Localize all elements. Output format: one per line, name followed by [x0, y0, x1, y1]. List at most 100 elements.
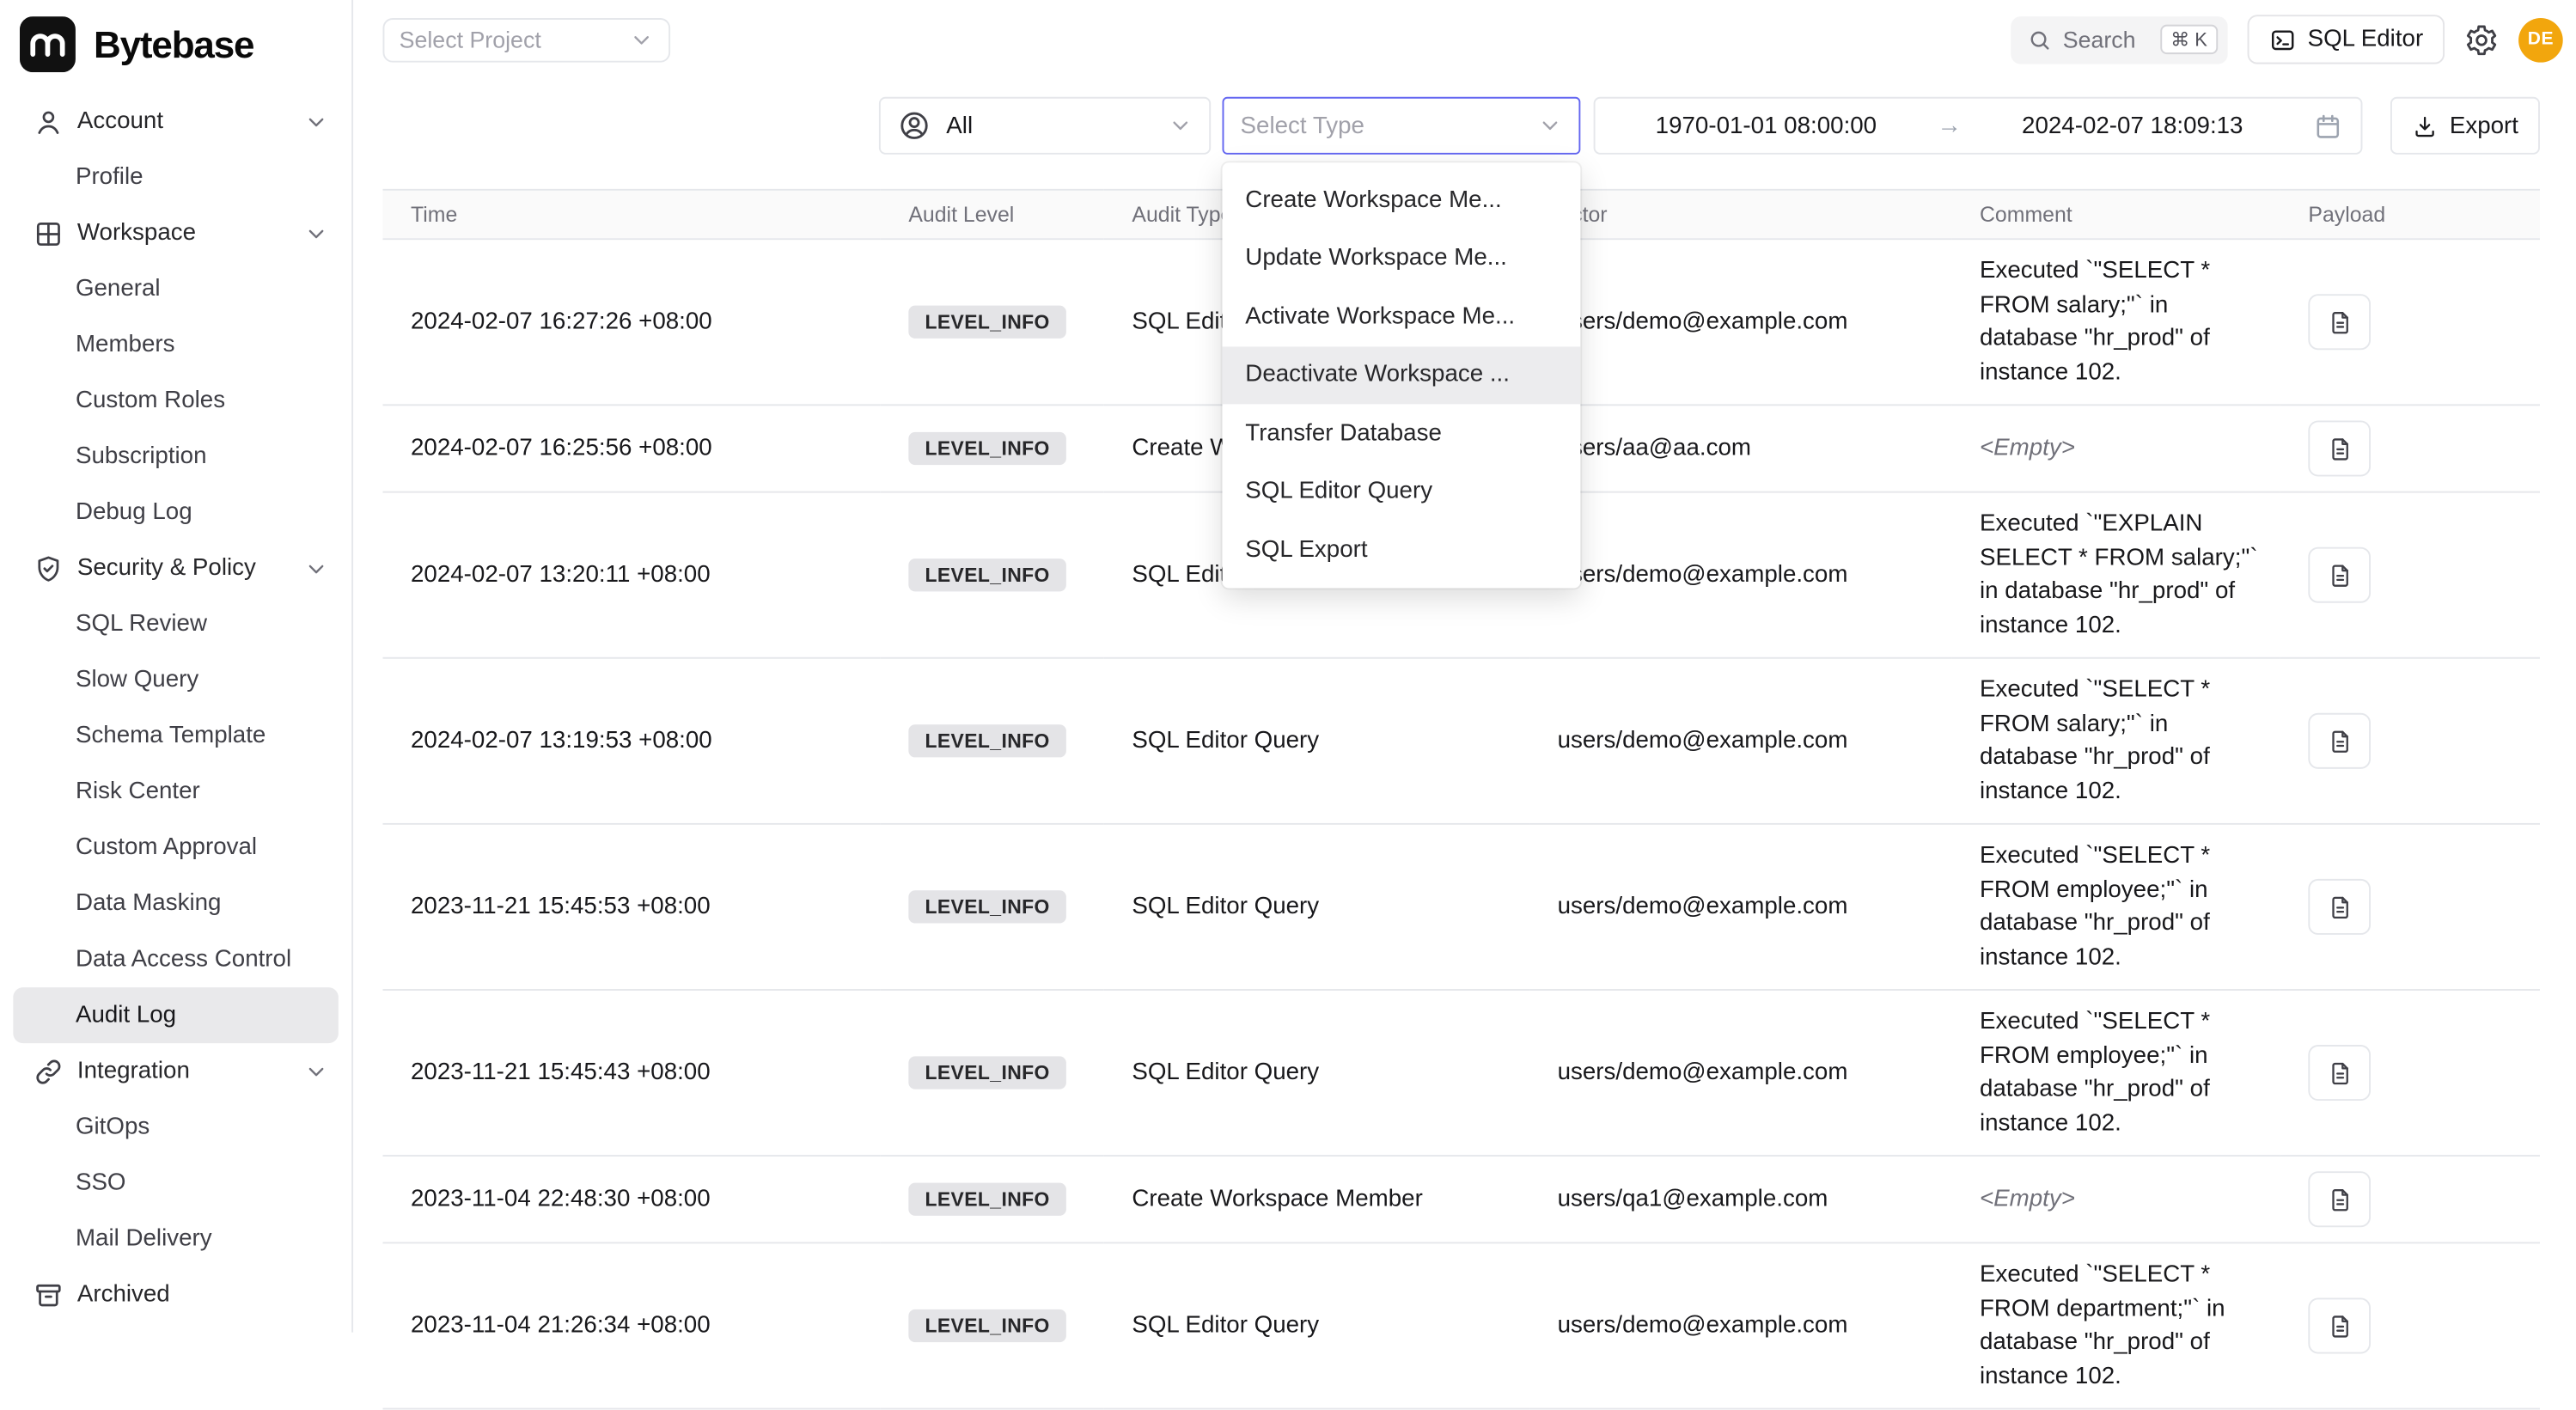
payload-view-button[interactable]	[2308, 1297, 2371, 1353]
sidebar-item-audit-log[interactable]: Audit Log	[13, 987, 339, 1043]
search-label: Search	[2063, 27, 2136, 53]
audit-level-badge: LEVEL_INFO	[908, 559, 1066, 591]
cell-actor: users/demo@example.com	[1529, 1242, 1951, 1408]
cell-comment: Executed `"SELECT * FROM employee;"` in …	[1951, 824, 2280, 990]
cell-audit-type: Create Workspace Member	[1104, 1156, 1529, 1242]
file-icon	[2325, 1186, 2353, 1214]
column-header-time: Time	[382, 190, 880, 239]
sidebar-item-custom-roles[interactable]: Custom Roles	[13, 373, 339, 429]
shield-icon	[33, 552, 64, 583]
sidebar-item-label: GitOps	[76, 1114, 150, 1140]
dropdown-item-sql-export[interactable]: SQL Export	[1223, 521, 1581, 579]
cell-audit-type: SQL Editor Query	[1104, 1242, 1529, 1408]
sidebar-item-custom-approval[interactable]: Custom Approval	[13, 820, 339, 876]
download-icon	[2412, 113, 2439, 139]
sidebar-item-risk-center[interactable]: Risk Center	[13, 764, 339, 820]
sidebar-item-gitops[interactable]: GitOps	[13, 1099, 339, 1155]
dropdown-item-create-workspace-me[interactable]: Create Workspace Me...	[1223, 171, 1581, 229]
terminal-icon	[2268, 26, 2297, 54]
sidebar-section-account[interactable]: Account	[13, 94, 339, 150]
dropdown-item-deactivate-workspace[interactable]: Deactivate Workspace ...	[1223, 345, 1581, 404]
brand-name: Bytebase	[94, 22, 253, 67]
sql-editor-button[interactable]: SQL Editor	[2247, 15, 2445, 64]
dropdown-item-update-workspace-me[interactable]: Update Workspace Me...	[1223, 229, 1581, 288]
file-icon	[2325, 561, 2353, 589]
audit-level-badge: LEVEL_INFO	[908, 306, 1066, 339]
chevron-down-icon	[1538, 113, 1563, 138]
brand-logo[interactable]: Bytebase	[0, 0, 351, 87]
cell-audit-type: SQL Editor Query	[1104, 990, 1529, 1156]
bytebase-logo-icon	[20, 16, 76, 72]
cell-payload	[2280, 1242, 2540, 1408]
search-input[interactable]: Search ⌘ K	[2011, 15, 2227, 63]
arrow-right-icon: →	[1937, 112, 1962, 140]
cell-audit-level: LEVEL_INFO	[881, 990, 1104, 1156]
chevron-down-icon	[304, 556, 329, 581]
cell-actor: users/demo@example.com	[1529, 492, 1951, 658]
avatar[interactable]: DE	[2518, 17, 2563, 62]
sidebar-section-label: Workspace	[77, 220, 196, 247]
sidebar-item-data-masking[interactable]: Data Masking	[13, 876, 339, 931]
search-icon	[2027, 27, 2052, 52]
type-filter-select[interactable]: Select Type	[1223, 97, 1581, 155]
audit-level-badge: LEVEL_INFO	[908, 1309, 1066, 1342]
topbar-right: Search ⌘ K SQL Editor DE	[2011, 15, 2563, 64]
sidebar-item-general[interactable]: General	[13, 261, 339, 317]
sidebar-item-sql-review[interactable]: SQL Review	[13, 596, 339, 652]
comment-text: Executed `"SELECT * FROM salary;"` in da…	[1980, 254, 2268, 389]
chevron-down-icon	[304, 109, 329, 134]
cell-time: 2023-11-04 22:48:30 +08:00	[382, 1156, 880, 1242]
dropdown-item-sql-editor-query[interactable]: SQL Editor Query	[1223, 462, 1581, 521]
search-shortcut: ⌘ K	[2161, 25, 2218, 54]
table-row: 2023-11-21 15:45:43 +08:00LEVEL_INFOSQL …	[382, 990, 2539, 1156]
payload-view-button[interactable]	[2308, 879, 2371, 935]
sidebar-section-security-policy[interactable]: Security & Policy	[13, 540, 339, 596]
date-from-input[interactable]: 1970-01-01 08:00:00	[1596, 113, 1938, 139]
sidebar-item-label: Mail Delivery	[76, 1225, 212, 1252]
dropdown-item-transfer-database[interactable]: Transfer Database	[1223, 404, 1581, 462]
sidebar-item-label: Risk Center	[76, 778, 200, 805]
sidebar-item-data-access-control[interactable]: Data Access Control	[13, 931, 339, 987]
sidebar-item-debug-log[interactable]: Debug Log	[13, 485, 339, 540]
date-range-picker[interactable]: 1970-01-01 08:00:00 → 2024-02-07 18:09:1…	[1594, 97, 2363, 155]
payload-view-button[interactable]	[2308, 1171, 2371, 1227]
export-button[interactable]: Export	[2390, 97, 2540, 155]
audit-level-badge: LEVEL_INFO	[908, 1056, 1066, 1089]
calendar-icon[interactable]	[2313, 111, 2342, 140]
dropdown-item-activate-workspace-me[interactable]: Activate Workspace Me...	[1223, 288, 1581, 346]
date-to-input[interactable]: 2024-02-07 18:09:13	[1962, 113, 2304, 139]
cell-time: 2024-02-07 16:27:26 +08:00	[382, 239, 880, 405]
sidebar-section-label: Integration	[77, 1058, 190, 1084]
payload-view-button[interactable]	[2308, 1045, 2371, 1101]
type-filter-dropdown: Create Workspace Me...Update Workspace M…	[1223, 162, 1581, 587]
cell-payload	[2280, 990, 2540, 1156]
cell-audit-level: LEVEL_INFO	[881, 824, 1104, 990]
payload-view-button[interactable]	[2308, 420, 2371, 476]
actor-filter-select[interactable]: All	[879, 97, 1211, 155]
payload-view-button[interactable]	[2308, 713, 2371, 769]
topbar: Select Project Search ⌘ K SQL Editor DE	[355, 0, 2576, 79]
sidebar-item-members[interactable]: Members	[13, 317, 339, 373]
cell-time: 2024-02-07 16:25:56 +08:00	[382, 405, 880, 491]
cell-audit-level: LEVEL_INFO	[881, 658, 1104, 824]
sidebar-item-schema-template[interactable]: Schema Template	[13, 708, 339, 764]
sidebar-section-workspace[interactable]: Workspace	[13, 205, 339, 261]
sidebar-section-label: Account	[77, 108, 163, 135]
sidebar-item-slow-query[interactable]: Slow Query	[13, 652, 339, 708]
sidebar-item-mail-delivery[interactable]: Mail Delivery	[13, 1211, 339, 1267]
cell-audit-type: SQL Editor Query	[1104, 824, 1529, 990]
cell-audit-level: LEVEL_INFO	[881, 405, 1104, 491]
sidebar-item-subscription[interactable]: Subscription	[13, 429, 339, 485]
sidebar-section-integration[interactable]: Integration	[13, 1043, 339, 1099]
gear-icon[interactable]	[2464, 22, 2499, 57]
sidebar-item-label: Debug Log	[76, 499, 192, 526]
project-select[interactable]: Select Project	[382, 17, 670, 62]
cell-time: 2024-02-07 13:20:11 +08:00	[382, 492, 880, 658]
sidebar-item-sso[interactable]: SSO	[13, 1155, 339, 1211]
sidebar-section-archived[interactable]: Archived	[13, 1267, 339, 1322]
cell-audit-level: LEVEL_INFO	[881, 239, 1104, 405]
sidebar-item-label: Members	[76, 332, 175, 358]
payload-view-button[interactable]	[2308, 294, 2371, 350]
sidebar-item-profile[interactable]: Profile	[13, 150, 339, 205]
payload-view-button[interactable]	[2308, 547, 2371, 603]
